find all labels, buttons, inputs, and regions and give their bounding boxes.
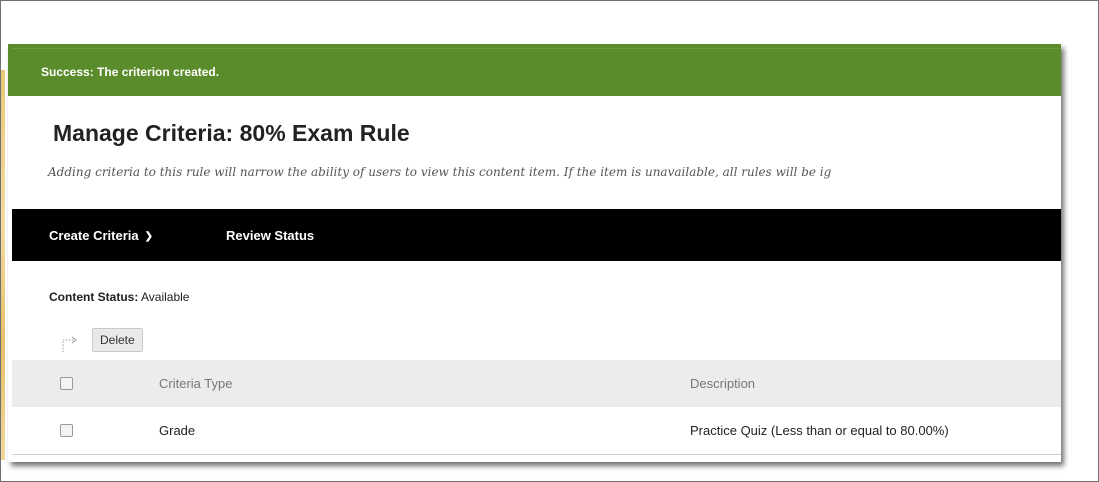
description-cell: Practice Quiz (Less than or equal to 80.… [690, 423, 949, 438]
manage-criteria-panel: Success: The criterion created. Manage C… [8, 44, 1061, 462]
criteria-type-cell: Grade [159, 423, 196, 438]
create-criteria-menu[interactable]: Create Criteria ❯ [49, 228, 153, 243]
page-description: Adding criteria to this rule will narrow… [48, 165, 832, 179]
row-checkbox[interactable] [60, 424, 73, 437]
select-all-checkbox[interactable] [60, 377, 73, 390]
page-title: Manage Criteria: 80% Exam Rule [53, 120, 410, 146]
chevron-down-icon: ❯ [144, 231, 153, 242]
background-strip [1, 70, 5, 460]
content-status-label: Content Status: [49, 290, 139, 304]
column-header-description[interactable]: Description [690, 376, 755, 391]
create-criteria-label: Create Criteria [49, 228, 139, 243]
success-notification: Success: The criterion created. [8, 44, 1061, 96]
review-status-button[interactable]: Review Status [226, 228, 314, 243]
column-header-criteria-type[interactable]: Criteria Type [159, 376, 232, 391]
success-message: Success: The criterion created. [41, 65, 220, 79]
action-bar: Create Criteria ❯ Review Status [12, 209, 1061, 261]
table-row: Grade Practice Quiz (Less than or equal … [12, 407, 1061, 455]
delete-button[interactable]: Delete [92, 328, 143, 352]
table-header-row: Criteria Type Description [12, 360, 1061, 407]
content-status-value: Available [141, 290, 190, 304]
select-all-arrow-icon [62, 336, 77, 352]
content-status: Content Status: Available [49, 290, 189, 304]
